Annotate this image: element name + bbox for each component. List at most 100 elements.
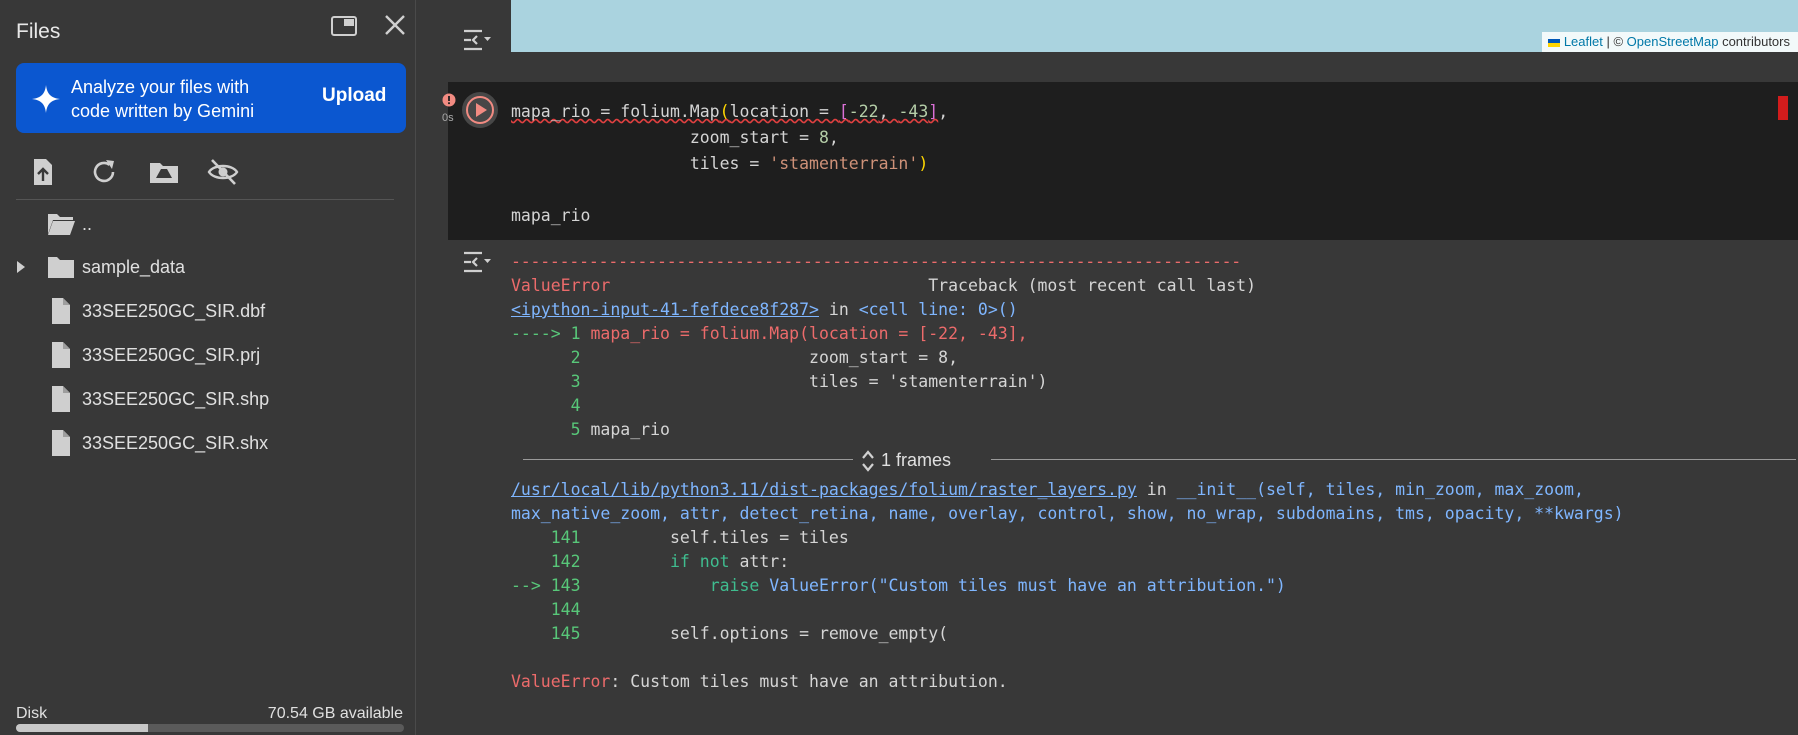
- line-code: tiles = 'stamenterrain'): [590, 372, 1048, 391]
- source-line: 3 tiles = 'stamenterrain'): [511, 370, 1796, 394]
- hide-files-icon[interactable]: [206, 155, 240, 189]
- code-token: zoom_start =: [689, 128, 819, 147]
- file-icon: [52, 298, 70, 324]
- final-error-type: ValueError: [511, 672, 611, 691]
- attribution-separator: | ©: [1602, 34, 1627, 49]
- sidebar-divider: [16, 199, 394, 200]
- line-prefix: ----> 1: [511, 324, 591, 343]
- library-line: 142 if not attr:: [511, 550, 1796, 574]
- tree-item-sample-data[interactable]: sample_data: [0, 247, 416, 287]
- line-keyword: raise: [590, 576, 760, 595]
- code-cell[interactable]: 0s mapa_rio = folium.Map(location = [-22…: [442, 82, 1798, 240]
- code-token: -22: [848, 102, 879, 121]
- gemini-sparkle-icon: [32, 85, 60, 113]
- line-code: self.tiles = tiles: [590, 528, 849, 547]
- expand-caret-icon[interactable]: [14, 259, 28, 275]
- upload-file-icon[interactable]: [26, 155, 60, 189]
- tree-item-label: 33SEE250GC_SIR.shp: [82, 389, 270, 409]
- line-keyword: if not: [590, 552, 730, 571]
- final-error-line: ValueError: Custom tiles must have an at…: [511, 670, 1796, 694]
- code-token: location =: [729, 102, 839, 121]
- collapse-output-icon[interactable]: [462, 250, 492, 274]
- unfold-icon: [862, 450, 874, 472]
- gemini-prompt-text: Analyze your files with code written by …: [71, 77, 255, 121]
- map-output[interactable]: Leaflet | © OpenStreetMap contributors: [511, 0, 1798, 52]
- error-scroll-marker[interactable]: [1778, 96, 1788, 120]
- openstreetmap-link[interactable]: OpenStreetMap: [1627, 34, 1719, 49]
- tree-item-file[interactable]: 33SEE250GC_SIR.shx: [0, 423, 416, 463]
- code-token: [: [838, 102, 849, 121]
- disk-available: 70.54 GB available: [267, 705, 403, 722]
- function-signature-cont: max_native_zoom, attr, detect_retina, na…: [511, 504, 1624, 523]
- code-editor[interactable]: mapa_rio = folium.Map(location = [-22, -…: [511, 99, 948, 229]
- library-file-link[interactable]: /usr/local/lib/python3.11/dist-packages/…: [511, 480, 1137, 499]
- map-attribution: Leaflet | © OpenStreetMap contributors: [1541, 32, 1798, 52]
- file-icon: [52, 342, 70, 368]
- code-line-1: mapa_rio = folium.Map(location = [-22, -…: [511, 99, 948, 125]
- code-token: mapa_rio: [511, 206, 591, 225]
- in-word: in: [1136, 480, 1177, 499]
- refresh-icon[interactable]: [87, 155, 121, 189]
- close-icon[interactable]: [382, 12, 408, 38]
- upload-button[interactable]: Upload: [322, 85, 386, 107]
- frames-label: 1 frames: [881, 450, 952, 470]
- line-code: self.options = remove_empty(: [590, 624, 949, 643]
- collapse-output-icon[interactable]: [462, 28, 492, 52]
- error-badge-icon: [442, 93, 456, 107]
- gemini-analyze-card[interactable]: Analyze your files with code written by …: [16, 63, 406, 133]
- cell-output-traceback: ----------------------------------------…: [511, 250, 1796, 694]
- tree-item-label: ..: [82, 214, 93, 234]
- tree-item-label: 33SEE250GC_SIR.prj: [82, 345, 261, 365]
- line-prefix: 3: [511, 372, 591, 391]
- function-signature: __init__(self, tiles, min_zoom, max_zoom…: [1176, 480, 1584, 499]
- expand-frames-button[interactable]: 1 frames: [861, 448, 951, 473]
- attribution-contributors: contributors: [1718, 34, 1790, 49]
- library-line: --> 143 raise ValueError("Custom tiles m…: [511, 574, 1796, 598]
- line-code: mapa_rio = folium.Map(location = [-22, -…: [590, 324, 1028, 343]
- cell-line-paren: (): [997, 300, 1018, 319]
- line-prefix: 141: [511, 528, 591, 547]
- code-line-3: tiles = 'stamenterrain'): [511, 151, 948, 177]
- frames-toggle-row: 1 frames: [511, 442, 1796, 478]
- mount-drive-icon[interactable]: [147, 155, 181, 189]
- tree-item-label: 33SEE250GC_SIR.shx: [82, 433, 269, 453]
- code-token: -43: [898, 102, 929, 121]
- line-prefix: 4: [511, 396, 591, 415]
- files-sidebar: Files Analyze your files with code writt…: [0, 0, 416, 735]
- line-code: ValueError("Custom tiles must have an at…: [759, 576, 1286, 595]
- library-location: /usr/local/lib/python3.11/dist-packages/…: [511, 478, 1796, 502]
- source-line: 2 zoom_start = 8,: [511, 346, 1796, 370]
- tree-item-label: sample_data: [82, 257, 186, 277]
- tree-item-file[interactable]: 33SEE250GC_SIR.prj: [0, 335, 416, 375]
- execution-time: 0s: [442, 112, 454, 124]
- frames-divider: [523, 459, 853, 460]
- run-cell-button[interactable]: [460, 90, 500, 130]
- source-line: 5 mapa_rio: [511, 418, 1796, 442]
- tree-item-file[interactable]: 33SEE250GC_SIR.dbf: [0, 291, 416, 331]
- code-line-5: mapa_rio: [511, 203, 948, 229]
- line-code: mapa_rio: [590, 420, 670, 439]
- frames-divider: [991, 459, 1796, 460]
- ukraine-flag-icon: [1547, 38, 1560, 47]
- in-word: in: [818, 300, 859, 319]
- tree-item-file[interactable]: 33SEE250GC_SIR.shp: [0, 379, 416, 419]
- ipython-input-link[interactable]: <ipython-input-41-fefdece8f287>: [511, 300, 819, 319]
- code-token: ): [918, 154, 929, 173]
- line-code: attr:: [729, 552, 790, 571]
- source-line: 4: [511, 394, 1796, 418]
- file-icon: [52, 430, 70, 456]
- code-token: ]: [928, 102, 939, 121]
- window-toggle-icon[interactable]: [330, 14, 358, 38]
- cell-line-ref: <cell line: 0>: [858, 300, 998, 319]
- leaflet-link[interactable]: Leaflet: [1564, 34, 1603, 49]
- tree-item-label: 33SEE250GC_SIR.dbf: [82, 301, 266, 321]
- library-line: 141 self.tiles = tiles: [511, 526, 1796, 550]
- traceback-title: Traceback (most recent call last): [610, 276, 1257, 295]
- code-token: ,: [828, 128, 839, 147]
- code-token: 8: [818, 128, 829, 147]
- tree-item-parent[interactable]: ..: [0, 204, 416, 244]
- traceback-location: <ipython-input-41-fefdece8f287> in <cell…: [511, 298, 1796, 322]
